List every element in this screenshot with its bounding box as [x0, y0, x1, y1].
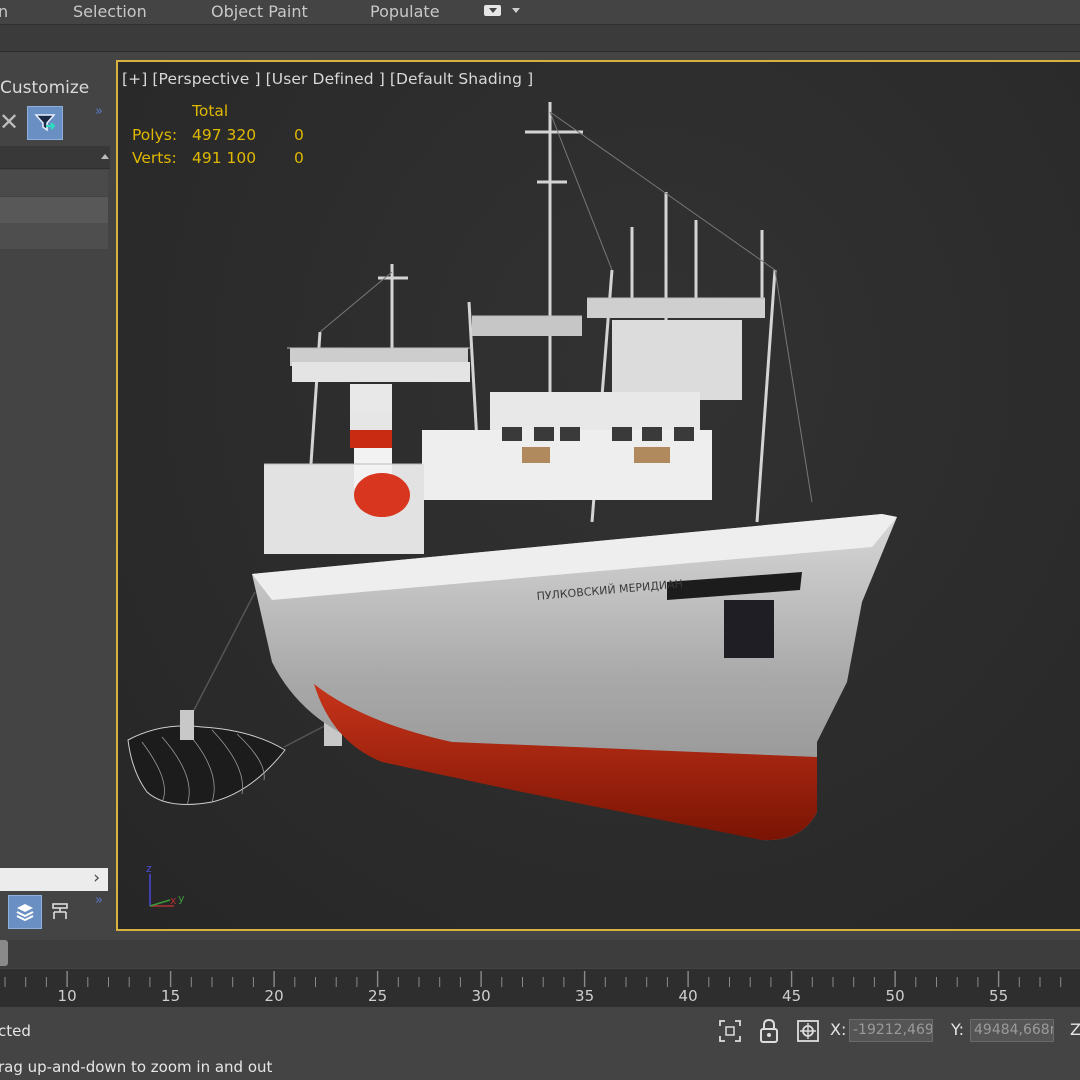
- list-item[interactable]: [0, 170, 108, 196]
- ribbon-strip: [0, 25, 1080, 52]
- timeline-tick-labels: 10 15 20 25 30 35 40 45 50 55: [0, 987, 1080, 1007]
- timeline-tick-label: 55: [989, 987, 1009, 1005]
- lifeboat: [354, 473, 410, 517]
- menu-item-object-paint[interactable]: Object Paint: [211, 2, 308, 21]
- time-slider-handle[interactable]: [0, 940, 8, 966]
- z-coord-label: Z: [1070, 1020, 1080, 1039]
- sort-caret-icon[interactable]: [101, 154, 109, 159]
- timeline-ruler[interactable]: [0, 969, 1080, 989]
- panel-scrollbar[interactable]: ›: [0, 868, 108, 891]
- panel-title[interactable]: Customize: [0, 78, 89, 98]
- x-coord-field[interactable]: -19212,469: [849, 1019, 933, 1042]
- scene-explorer-panel: Customize » ✕ › »: [0, 60, 110, 930]
- list-item[interactable]: [0, 197, 108, 223]
- selection-lock-icon[interactable]: [758, 1018, 780, 1044]
- list-header[interactable]: [0, 146, 110, 169]
- axis-tripod-icon: z x y: [146, 862, 185, 907]
- x-coord-label: X:: [830, 1020, 847, 1039]
- timeline-tick-label: 40: [678, 987, 698, 1005]
- timeline-tick-label: 30: [471, 987, 491, 1005]
- menu-item-selection[interactable]: Selection: [73, 2, 147, 21]
- isolate-selection-icon[interactable]: [718, 1019, 742, 1043]
- filter-icon: [34, 114, 56, 132]
- perspective-viewport[interactable]: [+] [Perspective ] [User Defined ] [Defa…: [116, 60, 1080, 931]
- chevron-right-icon[interactable]: ›: [93, 868, 100, 888]
- ship-hull: ПУЛКОВСКИЙ МЕРИДИАН: [252, 514, 897, 841]
- time-slider[interactable]: [0, 940, 1080, 968]
- timeline-tick-label: 50: [885, 987, 905, 1005]
- timeline-tick-label: 25: [368, 987, 388, 1005]
- layers-icon: [16, 904, 34, 922]
- absolute-mode-transform-icon[interactable]: [796, 1019, 820, 1043]
- timeline-tick-label: 35: [575, 987, 595, 1005]
- axis-z-label: z: [146, 862, 152, 875]
- prompt-line-text: rag up-and-down to zoom in and out: [0, 1058, 273, 1076]
- list-item[interactable]: [0, 223, 108, 249]
- double-chevron-right-icon[interactable]: »: [95, 893, 103, 908]
- axis-y-label: y: [178, 892, 185, 905]
- filter-button[interactable]: [27, 106, 63, 140]
- double-chevron-right-icon[interactable]: »: [95, 104, 103, 119]
- y-coord-field[interactable]: 49484,668m: [970, 1019, 1054, 1042]
- status-bar: cted rag up-and-down to zoom in and out …: [0, 1008, 1080, 1080]
- hierarchy-icon[interactable]: [50, 902, 70, 922]
- timeline-tick-label: 20: [264, 987, 284, 1005]
- timeline-tick-label: 45: [782, 987, 802, 1005]
- layer-explorer-button[interactable]: [8, 895, 42, 929]
- close-icon[interactable]: ✕: [0, 110, 19, 134]
- y-coord-label: Y:: [951, 1020, 965, 1039]
- timeline-tick-label: 15: [161, 987, 181, 1005]
- ship-model[interactable]: ПУЛКОВСКИЙ МЕРИДИАН: [116, 60, 1080, 931]
- superstructure: [264, 297, 765, 554]
- menu-bar: n Selection Object Paint Populate: [0, 0, 1080, 25]
- axis-x-label: x: [170, 894, 177, 907]
- timeline-tick-label: 10: [57, 987, 77, 1005]
- menu-item-populate[interactable]: Populate: [370, 2, 440, 21]
- selection-status-text: cted: [0, 1022, 31, 1040]
- menu-item-truncated[interactable]: n: [0, 2, 8, 21]
- workspace-dropdown-icon[interactable]: [484, 4, 524, 20]
